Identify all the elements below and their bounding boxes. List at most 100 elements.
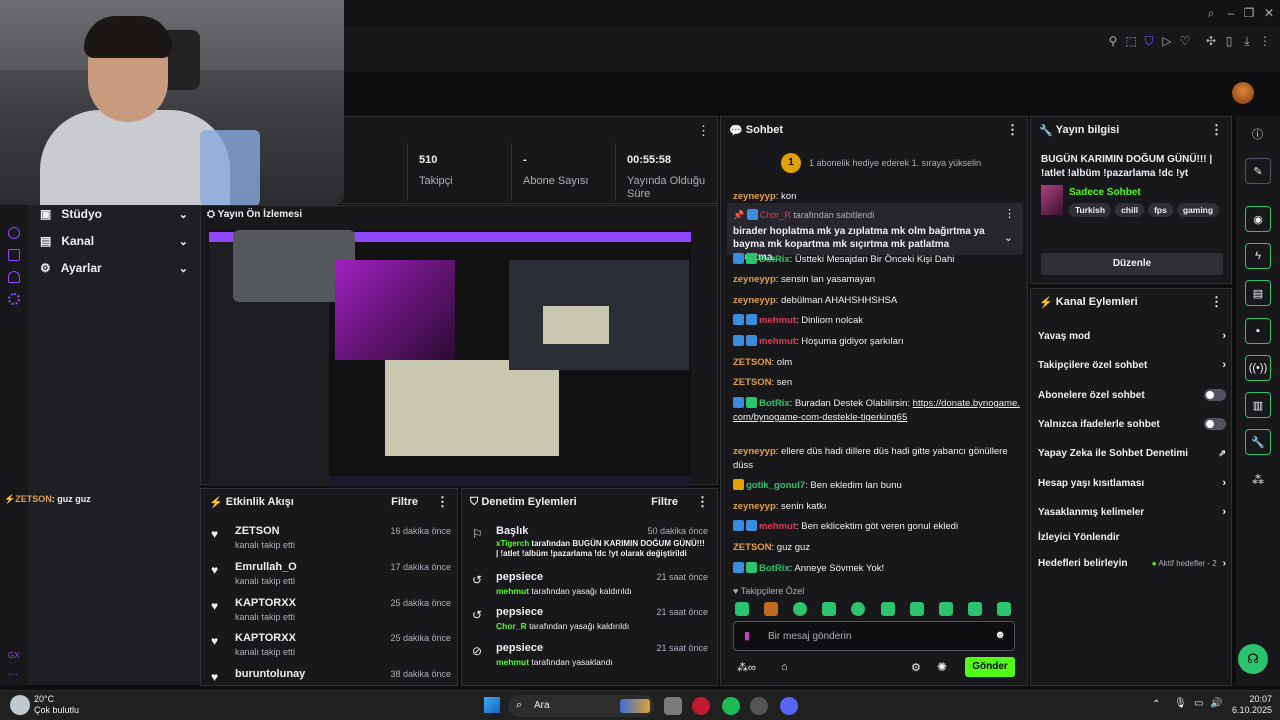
slow-mode-row[interactable]: Yavaş mod › [1038, 326, 1226, 346]
microphone-icon[interactable]: 🎙 [1174, 698, 1187, 709]
gear-icon[interactable]: ⚙ [911, 661, 921, 674]
crop-icon[interactable]: ⬚ [1124, 34, 1138, 48]
settings-icon[interactable] [8, 293, 20, 305]
banned-words-row[interactable]: Yasaklanmış kelimeler › [1038, 502, 1226, 522]
emote-icon[interactable] [938, 602, 953, 616]
pin-icon[interactable]: ⚲ [1106, 34, 1120, 48]
download-icon[interactable]: ⤓ [1240, 34, 1254, 48]
pinned-message[interactable]: 📌 Chor_R tarafından sabitlendi birader h… [727, 203, 1023, 263]
bookmark-icon[interactable]: ▯ [1222, 34, 1236, 48]
chat-menu-icon[interactable]: ⋮ [1006, 122, 1019, 138]
moderation-filter-button[interactable]: Filtre [651, 496, 678, 508]
emote-icon[interactable] [880, 602, 895, 616]
emote-icon[interactable] [909, 602, 924, 616]
gift-icon[interactable]: ⌂ [781, 661, 788, 673]
weather-icon[interactable] [10, 695, 30, 715]
ai-moderation-row[interactable]: Yapay Zeka ile Sohbet Denetimi ⇗ [1038, 443, 1226, 463]
emote-icon[interactable] [735, 602, 749, 616]
minimize-icon[interactable]: – [1224, 6, 1238, 20]
send-button[interactable]: Gönder [965, 657, 1015, 677]
tag[interactable]: Turkish [1069, 203, 1112, 217]
chat-settings-icon[interactable]: ⁂∞ [737, 661, 756, 674]
menu-icon[interactable]: ⋮ [1258, 34, 1272, 48]
document-icon[interactable]: ▤ [1245, 280, 1271, 306]
stats-menu-icon[interactable]: ⋮ [697, 123, 710, 139]
maximize-icon[interactable]: ❐ [1242, 6, 1256, 20]
opera-gx-icon[interactable] [692, 697, 710, 715]
emote-picker-icon[interactable]: ✺ [937, 660, 947, 674]
account-age-row[interactable]: Hesap yaşı kısıtlaması › [1038, 473, 1226, 493]
nav-studio[interactable]: ▣ Stüdyo ⌄ [40, 204, 190, 224]
emote-icon[interactable] [793, 602, 808, 616]
play-icon[interactable]: ▷ [1160, 34, 1174, 48]
preview-icon: ⛭ [207, 209, 215, 220]
chat-bubble-icon[interactable]: ▪ [1245, 318, 1271, 344]
clock-date[interactable]: 6.10.2025 [1222, 705, 1272, 715]
broadcast-icon[interactable]: ((•)) [1245, 355, 1271, 381]
chevron-down-icon[interactable]: ⌄ [1004, 231, 1013, 244]
support-icon[interactable]: ☊ [1238, 644, 1268, 674]
search-icon[interactable]: ⌕ [1204, 6, 1218, 20]
list-item: ♥ KAPTORXX kanalı takip etti 25 dakika önce [211, 597, 451, 622]
heart-icon: ♥ [733, 586, 739, 596]
tag[interactable]: chill [1115, 203, 1145, 217]
microphone-icon[interactable]: ▮ [744, 629, 750, 642]
volume-icon[interactable]: 🔊 [1210, 698, 1222, 709]
edit-button[interactable]: Düzenle [1041, 253, 1223, 275]
emote-icon[interactable] [967, 602, 982, 616]
emote-only-row[interactable]: Yalnızca ifadelerle sohbet [1038, 414, 1226, 434]
pinned-menu-icon[interactable]: ⋮ [1004, 207, 1015, 220]
nav-settings[interactable]: ⚙ Ayarlar ⌄ [40, 258, 190, 278]
chat-input[interactable]: ▮ Bir mesaj gönderin ☻ [733, 621, 1015, 651]
weather-desc[interactable]: Çok bulutlu [34, 705, 79, 715]
activity-filter-button[interactable]: Filtre [391, 496, 418, 508]
lightning-icon[interactable]: ϟ [1245, 243, 1271, 269]
tag[interactable]: fps [1148, 203, 1173, 217]
clock-time[interactable]: 20:07 [1230, 694, 1272, 704]
raid-row[interactable]: İzleyici Yönlendir [1038, 527, 1226, 547]
wrench-icon[interactable]: 🔧 [1245, 429, 1271, 455]
people-icon[interactable] [8, 271, 20, 283]
channel-actions-menu-icon[interactable]: ⋮ [1210, 294, 1223, 310]
windows-start-icon[interactable] [484, 697, 500, 713]
avatar[interactable] [1232, 82, 1254, 104]
camera-icon[interactable]: ◉ [1245, 206, 1271, 232]
followers-only-row[interactable]: Takipçilere özel sohbet › [1038, 355, 1226, 375]
stream-info-menu-icon[interactable]: ⋮ [1210, 122, 1223, 138]
tag[interactable]: gaming [1176, 203, 1220, 217]
subscribers-only-toggle[interactable] [1204, 389, 1226, 401]
video-icon[interactable] [8, 249, 20, 261]
emoji-icon[interactable]: ☻ [994, 629, 1006, 641]
goals-row[interactable]: Hedefleri belirleyin ● Aktif hedefler - … [1038, 553, 1226, 573]
chevron-up-icon[interactable]: ⌃ [1152, 699, 1160, 710]
emote-icon[interactable] [764, 602, 779, 616]
emote-only-toggle[interactable] [1204, 418, 1226, 430]
taskbar-search[interactable]: ⌕ Ara [508, 695, 654, 717]
app-icon[interactable] [750, 697, 768, 715]
emote-icon[interactable] [822, 602, 837, 616]
heart-icon[interactable]: ♡ [1178, 34, 1192, 48]
task-view-icon[interactable] [664, 697, 682, 715]
emote-icon[interactable] [996, 602, 1011, 616]
subscribers-only-row[interactable]: Abonelere özel sohbet [1038, 385, 1226, 405]
display-icon[interactable]: ▭ [1194, 698, 1203, 709]
more-icon[interactable]: ··· [8, 669, 18, 680]
edit-icon[interactable]: ✎ [1245, 158, 1271, 184]
moderation-menu-icon[interactable]: ⋮ [696, 494, 709, 510]
close-icon[interactable]: ✕ [1262, 6, 1276, 20]
spotify-icon[interactable] [722, 697, 740, 715]
layout-icon[interactable]: ▥ [1245, 392, 1271, 418]
gx-icon[interactable]: GX [8, 651, 20, 660]
bots-icon[interactable]: ⁂ [1252, 473, 1264, 487]
category-name[interactable]: Sadece Sohbet [1069, 187, 1141, 198]
emote-icon[interactable] [851, 602, 866, 616]
activity-menu-icon[interactable]: ⋮ [436, 494, 449, 510]
compass-icon[interactable] [8, 227, 20, 239]
weather-temp[interactable]: 20°C [34, 694, 54, 704]
nav-channel[interactable]: ▤ Kanal ⌄ [40, 231, 190, 251]
discord-icon[interactable] [780, 697, 798, 715]
info-icon[interactable]: ⓘ [1252, 126, 1263, 142]
shield-icon[interactable]: ⛉ [1142, 34, 1156, 48]
puzzle-icon[interactable]: ✣ [1204, 34, 1218, 48]
chat-message: BotRix: Buradan Destek Olabilirsin: http… [733, 397, 1020, 423]
